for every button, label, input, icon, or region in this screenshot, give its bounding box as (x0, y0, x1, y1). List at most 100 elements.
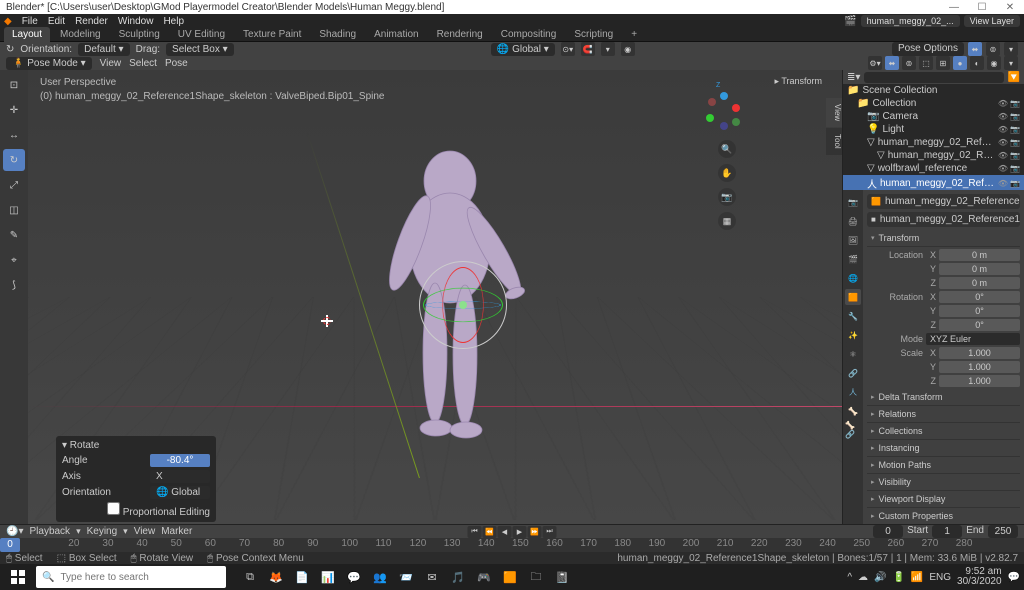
shading-solid[interactable]: ● (953, 56, 967, 70)
3d-viewport[interactable]: User Perspective (0) human_meggy_02_Refe… (28, 70, 842, 524)
ws-tab-modeling[interactable]: Modeling (52, 27, 109, 42)
search-input[interactable] (60, 572, 220, 583)
taskbar-app[interactable]: 🟧 (498, 566, 522, 588)
camera-toggle-icon[interactable]: 📷 (1010, 125, 1020, 134)
pose-menu[interactable]: Pose (165, 58, 188, 69)
gizmo-visibility[interactable]: ⬌ (968, 42, 982, 56)
outliner-filter-icon[interactable]: 🔽 (1008, 72, 1020, 83)
outliner-row[interactable]: ▽wolfbrawl_reference👁📷 (843, 162, 1024, 175)
property-section[interactable]: Custom Properties (867, 508, 1020, 524)
camera-toggle-icon[interactable]: 📷 (1010, 99, 1020, 108)
keyframe-prev-icon[interactable]: ⏪ (483, 526, 497, 538)
taskbar-app[interactable]: 📊 (316, 566, 340, 588)
eye-icon[interactable]: 👁 (998, 151, 1008, 160)
ws-tab-rendering[interactable]: Rendering (429, 27, 491, 42)
shading-rendered[interactable]: ◉ (987, 56, 1001, 70)
property-section[interactable]: Relations (867, 406, 1020, 423)
prop-tab-modifiers[interactable]: 🔧 (845, 308, 861, 324)
outliner-row[interactable]: 人human_meggy_02_Reference1Shape_skeleton… (843, 175, 1024, 190)
taskbar-app[interactable]: 🎵 (446, 566, 470, 588)
jump-end-icon[interactable]: ⏭ (543, 526, 557, 538)
taskbar-app[interactable]: 📓 (550, 566, 574, 588)
outliner-row[interactable]: 💡Light👁📷 (843, 123, 1024, 136)
rotation-z[interactable]: 0° (939, 319, 1020, 331)
eye-icon[interactable]: 👁 (998, 125, 1008, 134)
axis-dropdown[interactable]: X (150, 470, 210, 483)
drag-dropdown[interactable]: Select Box ▾ (166, 43, 234, 56)
taskbar-search[interactable]: 🔍 (36, 566, 226, 588)
scale-y[interactable]: 1.000 (939, 361, 1020, 373)
taskbar-app[interactable]: 👥 (368, 566, 392, 588)
menu-window[interactable]: Window (118, 16, 154, 27)
tool-scale[interactable]: ⤢ (3, 174, 25, 196)
tool-measure[interactable]: ⌖ (3, 249, 25, 271)
view-layer-selector[interactable]: View Layer (964, 15, 1020, 27)
tool-cursor[interactable]: ✛ (3, 99, 25, 121)
taskbar-app[interactable]: 📨 (394, 566, 418, 588)
prop-tab-object[interactable]: 🟧 (845, 289, 861, 305)
menu-render[interactable]: Render (75, 16, 108, 27)
tool-annotate[interactable]: ✎ (3, 224, 25, 246)
n-panel-transform-header[interactable]: ▸ Transform (774, 76, 822, 87)
taskbar-app[interactable]: 🗀 (524, 566, 548, 588)
rotation-x[interactable]: 0° (939, 291, 1020, 303)
proportional-checkbox[interactable] (107, 502, 120, 515)
jump-start-icon[interactable]: ⏮ (468, 526, 482, 538)
pan-icon[interactable]: ✋ (718, 164, 736, 182)
ws-tab-animation[interactable]: Animation (366, 27, 426, 42)
properties-breadcrumb[interactable]: 🟧 human_meggy_02_Reference1Shape_skeleto… (867, 194, 1020, 209)
tray-icon[interactable]: ENG (929, 572, 951, 583)
ws-tab-uv[interactable]: UV Editing (170, 27, 233, 42)
tool-move[interactable]: ↔ (3, 124, 25, 146)
tray-icon[interactable]: 📶 (911, 572, 923, 583)
outliner-search[interactable] (864, 72, 1003, 83)
current-frame[interactable]: 0 (873, 525, 903, 538)
ws-tab-sculpting[interactable]: Sculpting (111, 27, 168, 42)
play-icon[interactable]: ▶ (513, 526, 527, 538)
end-frame[interactable]: 250 (988, 525, 1018, 538)
prop-tab-physics[interactable]: ⚛ (845, 346, 861, 362)
minimize-button[interactable]: — (946, 2, 962, 13)
tray-icon[interactable]: ^ (847, 572, 852, 583)
orientation-dropdown[interactable]: Default ▾ (78, 43, 130, 56)
perspective-toggle-icon[interactable]: ▦ (718, 212, 736, 230)
start-button[interactable] (4, 566, 32, 588)
scale-x[interactable]: 1.000 (939, 347, 1020, 359)
proportional-toggle[interactable]: ◉ (621, 42, 635, 56)
property-section[interactable]: Visibility (867, 474, 1020, 491)
eye-icon[interactable]: 👁 (998, 138, 1008, 147)
outliner-row[interactable]: ▽human_meggy_02_Reference1Shape👁📷 (843, 149, 1024, 162)
property-section[interactable]: Instancing (867, 440, 1020, 457)
prop-tab-particles[interactable]: ✨ (845, 327, 861, 343)
timeline-keying[interactable]: Keying (87, 526, 118, 537)
menu-file[interactable]: File (22, 16, 38, 27)
menu-edit[interactable]: Edit (48, 16, 65, 27)
zoom-icon[interactable]: 🔍 (718, 140, 736, 158)
n-panel-tab-view[interactable]: View (826, 98, 842, 127)
tool-transform[interactable]: ◫ (3, 199, 25, 221)
ws-tab-compositing[interactable]: Compositing (493, 27, 565, 42)
pivot-dropdown[interactable]: ⊙▾ (561, 42, 575, 56)
start-frame[interactable]: 1 (932, 525, 962, 538)
shading-dropdown[interactable]: ⚙▾ (868, 56, 882, 70)
eye-icon[interactable]: 👁 (998, 99, 1008, 108)
property-section[interactable]: Collections (867, 423, 1020, 440)
tray-icon[interactable]: ☁ (858, 572, 868, 583)
operator-panel[interactable]: ▾ Rotate Angle-80.4° AxisX Orientation🌐 … (56, 436, 216, 522)
rotation-y[interactable]: 0° (939, 305, 1020, 317)
overlay-toggle[interactable]: ⊚ (986, 42, 1000, 56)
eye-icon[interactable]: 👁 (998, 179, 1008, 188)
mode-selector[interactable]: 🧍 Pose Mode ▾ (6, 57, 92, 70)
taskbar-app[interactable]: ⧉ (238, 566, 262, 588)
n-panel-tab-tool[interactable]: Tool (826, 128, 842, 155)
tray-icon[interactable]: 🔊 (874, 572, 886, 583)
keyframe-next-icon[interactable]: ⏩ (528, 526, 542, 538)
overlay-dropdown[interactable]: ▾ (1004, 42, 1018, 56)
ws-tab-texture[interactable]: Texture Paint (235, 27, 309, 42)
nav-gizmo[interactable]: Z (702, 90, 742, 130)
ws-tab-add[interactable]: + (623, 27, 645, 42)
transform-orientation[interactable]: 🌐 Global ▾ (491, 43, 555, 56)
show-overlays-toggle[interactable]: ⊚ (902, 56, 916, 70)
operator-title[interactable]: ▾ Rotate (62, 440, 210, 451)
outliner-editor-icon[interactable]: ≣▾ (847, 72, 860, 83)
